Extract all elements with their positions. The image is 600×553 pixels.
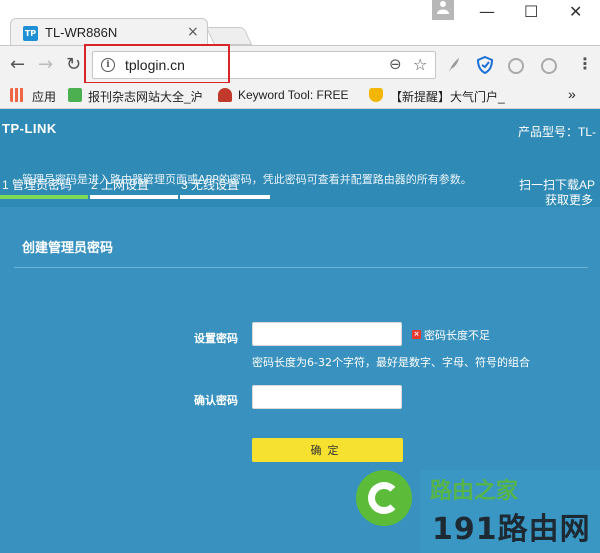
user-profile-icon[interactable]: [432, 0, 454, 20]
forward-arrow-icon[interactable]: →: [38, 54, 53, 75]
product-model: 产品型号：TL-: [518, 125, 597, 139]
bookmark-newspapers[interactable]: 报刊杂志网站大全_沪: [88, 88, 203, 105]
apps-grid-icon: [10, 88, 24, 102]
panel-description: 管理员密码是进入路由器管理页面或APP的密码，凭此密码可查看并配置路由器的所有参…: [22, 173, 472, 186]
browser-menu-icon[interactable]: ⋮: [577, 54, 593, 73]
watermark-logo-icon: [356, 470, 412, 526]
minimize-button[interactable]: —: [479, 2, 495, 21]
reload-icon[interactable]: ↻: [66, 54, 81, 75]
green-bookmark-icon: [68, 88, 82, 102]
router-header: TP-LINK 产品型号：TL- 扫一扫下载AP 获取更多 功 1 管理员密码 …: [0, 109, 600, 222]
new-tab-button[interactable]: [205, 27, 253, 45]
bookmark-apps[interactable]: 应用: [32, 88, 56, 105]
tp-link-favicon-icon: TP: [23, 26, 38, 41]
watermark-bottom-text: 191路由网: [432, 512, 591, 547]
step-2-progress-bar: [90, 195, 178, 199]
extension-feather-icon[interactable]: [446, 56, 462, 72]
confirm-password-input[interactable]: [252, 385, 402, 409]
bookmark-keyword-tool[interactable]: Keyword Tool: FREE: [238, 88, 349, 102]
error-icon: ×: [412, 330, 421, 339]
panel-divider: [14, 267, 588, 268]
tab-close-icon[interactable]: ×: [187, 24, 199, 40]
password-hint: 密码长度为6-32个字符，最好是数字、字母、符号的组合: [252, 356, 530, 369]
browser-tab[interactable]: TP TL-WR886N ×: [10, 18, 208, 46]
extension-circle-icon-2[interactable]: [541, 58, 557, 74]
zoom-icon[interactable]: ⊖: [389, 55, 402, 73]
confirm-button[interactable]: 确定: [252, 438, 403, 462]
bookmark-star-icon[interactable]: ☆: [413, 55, 427, 74]
watermark-top-text: 路由之家: [430, 479, 519, 504]
set-password-label: 设置密码: [194, 332, 238, 345]
bookmarks-bar: 应用 报刊杂志网站大全_沪 Keyword Tool: FREE 【新提醒】大气…: [0, 83, 600, 109]
panel-title: 创建管理员密码: [22, 241, 114, 256]
extension-shield-icon[interactable]: [476, 55, 494, 75]
keyword-tool-icon: [218, 88, 232, 102]
tab-title: TL-WR886N: [45, 25, 118, 40]
set-password-input[interactable]: [252, 322, 402, 346]
browser-titlebar: TP TL-WR886N × — ☐ ✕: [0, 0, 600, 46]
tp-link-logo: TP-LINK: [2, 121, 57, 136]
step-3-progress-bar: [180, 195, 270, 199]
password-error-text: 密码长度不足: [424, 329, 490, 342]
bookmark-portal[interactable]: 【新提醒】大气门户_: [390, 88, 505, 105]
url-highlight-box: [84, 44, 230, 84]
confirm-password-label: 确认密码: [194, 394, 238, 407]
bookmarks-overflow-button[interactable]: »: [568, 86, 576, 102]
close-window-button[interactable]: ✕: [569, 2, 582, 21]
step-1-progress-bar: [0, 195, 88, 199]
back-arrow-icon[interactable]: ←: [10, 54, 25, 75]
extension-circle-icon[interactable]: [508, 58, 524, 74]
maximize-button[interactable]: ☐: [524, 2, 538, 21]
trophy-icon: [369, 88, 383, 102]
